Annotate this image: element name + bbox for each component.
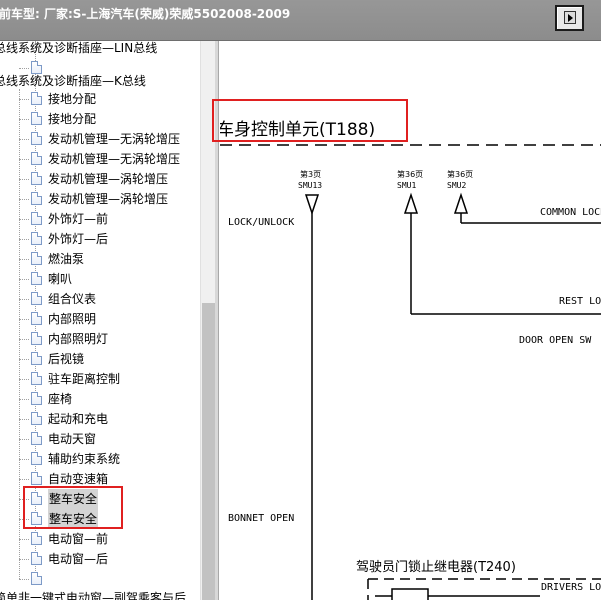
tree-item[interactable]: 发动机管理—无涡轮增压 [0, 149, 200, 169]
ref-smu13-code: SMU13 [298, 181, 322, 190]
tree-item[interactable]: 喇叭 [0, 269, 200, 289]
document-icon [31, 392, 42, 405]
tree-item[interactable]: 组合仪表 [0, 289, 200, 309]
tree-item-label: 内部照明 [48, 312, 97, 326]
tree-item-label: 发动机管理—涡轮增压 [48, 192, 169, 206]
tree-item[interactable]: 外饰灯—前 [0, 209, 200, 229]
scrollbar-thumb[interactable] [202, 303, 215, 600]
label-common-lock: COMMON LOCK [540, 207, 601, 218]
title-bar: 当前车型: 厂家:S-上海汽车(荣威)荣威5502008-2009 [0, 0, 601, 41]
tree-item[interactable]: 接地分配 [0, 89, 200, 109]
document-icon [31, 192, 42, 205]
label-lock-unlock: LOCK/UNLOCK [228, 217, 294, 228]
tree-item-label: 发动机管理—无涡轮增压 [48, 152, 181, 166]
document-icon [31, 92, 42, 105]
tree-item[interactable]: 发动机管理—涡轮增压 [0, 189, 200, 209]
document-icon [31, 432, 42, 445]
connector-arrow-up [403, 192, 419, 214]
ref-smu2-page: 第36页 [447, 169, 473, 179]
tree-folder-lin-bus[interactable]: 总线系统及诊断插座—LIN总线 [0, 41, 200, 58]
connector-arrow-down [304, 194, 320, 216]
label-rest-lock: REST LOCK [559, 296, 601, 307]
document-icon [31, 232, 42, 245]
tree-item-label: 驻车距离控制 [48, 372, 121, 386]
tree-item-label: 喇叭 [48, 272, 73, 286]
tree-item-label: 座椅 [48, 392, 73, 406]
document-icon [31, 132, 42, 145]
tree-item-label: 起动和充电 [48, 412, 109, 426]
tree-item-label: 接地分配 [48, 112, 97, 126]
tree-item[interactable]: 电动窗—前 [0, 529, 200, 549]
highlight-diagram-title [212, 99, 408, 142]
label-bonnet-open: BONNET OPEN [228, 513, 294, 524]
tree-item-label: 燃油泵 [48, 252, 85, 266]
document-icon [31, 352, 42, 365]
document-icon [31, 572, 42, 585]
document-icon [31, 532, 42, 545]
document-icon [31, 472, 42, 485]
tree-item[interactable]: 电动天窗 [0, 429, 200, 449]
ref-smu2-code: SMU2 [447, 181, 466, 190]
tree-item[interactable]: 驻车距离控制 [0, 369, 200, 389]
document-icon [31, 372, 42, 385]
document-icon [31, 412, 42, 425]
document-icon [31, 312, 42, 325]
tree-item-label: 接地分配 [48, 92, 97, 106]
tree-item[interactable]: 燃油泵 [0, 249, 200, 269]
current-model-title: 当前车型: 厂家:S-上海汽车(荣威)荣威5502008-2009 [0, 7, 291, 21]
document-icon [31, 272, 42, 285]
document-icon [31, 452, 42, 465]
tree-item-label: 辅助约束系统 [48, 452, 121, 466]
label-door-open-sw: DOOR OPEN SW [519, 335, 592, 346]
tree-item-label: 发动机管理—无涡轮增压 [48, 132, 181, 146]
relay-title: 驾驶员门锁止继电器(T240) [356, 559, 516, 575]
document-icon [31, 152, 42, 165]
tree-item-label: 电动窗—前 [48, 532, 109, 546]
app-window: 当前车型: 厂家:S-上海汽车(荣威)荣威5502008-2009 总线系统及诊… [0, 0, 601, 600]
navigate-icon [564, 11, 576, 24]
tree-item-label: 内部照明灯 [48, 332, 109, 346]
document-icon [31, 212, 42, 225]
tree-item-label: 发动机管理—涡轮增压 [48, 172, 169, 186]
document-icon [31, 172, 42, 185]
tree-item[interactable]: 起动和充电 [0, 409, 200, 429]
document-icon [31, 252, 42, 265]
connector-arrow-up [453, 192, 469, 214]
label-drivers-lock: DRIVERS LOCK [541, 582, 601, 593]
ref-smu1-code: SMU1 [397, 181, 416, 190]
tree-item[interactable]: 后视镜 [0, 349, 200, 369]
tree-item-label: 电动窗—后 [48, 552, 109, 566]
tree-item[interactable]: 内部照明灯 [0, 329, 200, 349]
ref-smu13-page: 第3页 [300, 169, 321, 179]
ref-smu1-page: 第36页 [397, 169, 423, 179]
tree-item-label: 电动天窗 [48, 432, 97, 446]
highlight-tree-selection [23, 486, 123, 529]
document-icon [31, 292, 42, 305]
tree-item[interactable]: 发动机管理—涡轮增压 [0, 169, 200, 189]
tree-item[interactable]: 外饰灯—后 [0, 229, 200, 249]
document-icon [31, 552, 42, 565]
tree-item-label: 外饰灯—前 [48, 212, 109, 226]
document-icon [31, 112, 42, 125]
tree-item[interactable]: 电动窗—后 [0, 549, 200, 569]
tree-folder-k-bus[interactable]: 总线系统及诊断插座—K总线 [0, 71, 200, 91]
document-icon [31, 332, 42, 345]
tree-folder-simple-window[interactable]: 简单非一键式电动窗—副驾乘客与后 [0, 589, 200, 600]
tree-item[interactable]: 接地分配 [0, 109, 200, 129]
tree-item-label: 外饰灯—后 [48, 232, 109, 246]
tree-item[interactable]: 座椅 [0, 389, 200, 409]
tree-item-blank[interactable] [0, 569, 200, 589]
tree-item-label: 后视镜 [48, 352, 85, 366]
tree-item-label: 简单非一键式电动窗—副驾乘客与后 [0, 591, 187, 600]
tree-item[interactable]: 发动机管理—无涡轮增压 [0, 129, 200, 149]
tree-item[interactable]: 辅助约束系统 [0, 449, 200, 469]
tree-item-label: 组合仪表 [48, 292, 97, 306]
tree-item[interactable]: 内部照明 [0, 309, 200, 329]
navigate-button[interactable] [555, 5, 584, 31]
